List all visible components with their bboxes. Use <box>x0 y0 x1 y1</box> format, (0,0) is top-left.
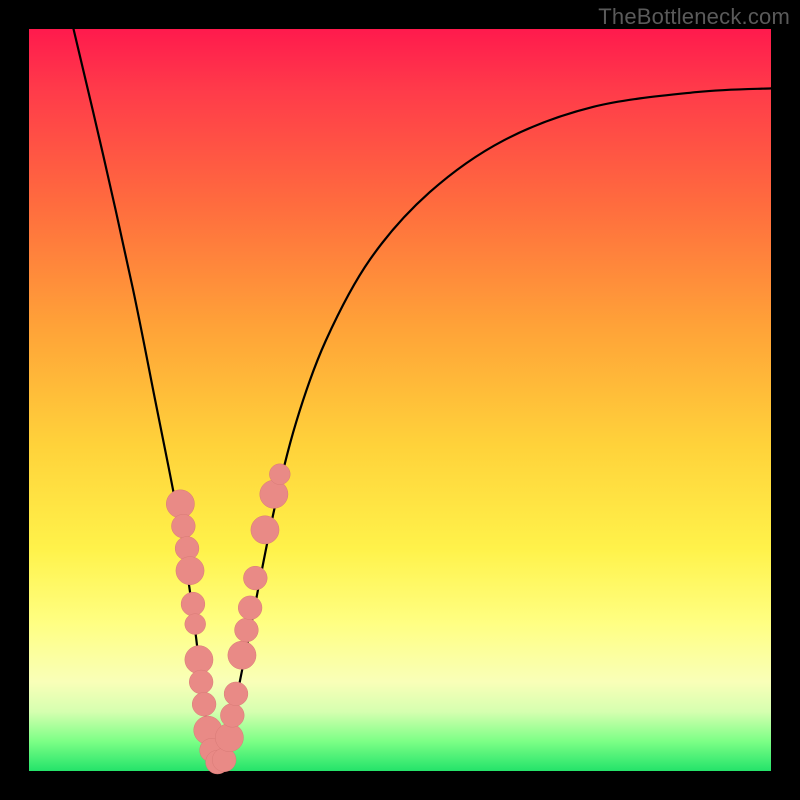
chart-svg <box>29 29 771 771</box>
data-marker <box>181 592 205 616</box>
data-marker <box>228 641 256 669</box>
data-marker <box>166 490 194 518</box>
data-marker <box>189 670 213 694</box>
data-marker <box>260 480 288 508</box>
data-marker <box>171 514 195 538</box>
data-marker <box>192 692 216 716</box>
data-marker <box>238 596 262 620</box>
data-marker <box>224 682 248 706</box>
watermark-text: TheBottleneck.com <box>598 4 790 30</box>
bottleneck-curve <box>74 29 771 768</box>
data-marker <box>176 557 204 585</box>
data-marker <box>220 703 244 727</box>
data-marker <box>243 566 267 590</box>
data-marker <box>269 464 290 485</box>
plot-area <box>29 29 771 771</box>
data-marker <box>215 724 243 752</box>
data-marker <box>235 618 259 642</box>
data-marker <box>185 614 206 635</box>
data-marker <box>251 516 279 544</box>
data-markers-group <box>166 464 290 774</box>
data-marker <box>185 646 213 674</box>
chart-stage: TheBottleneck.com <box>0 0 800 800</box>
